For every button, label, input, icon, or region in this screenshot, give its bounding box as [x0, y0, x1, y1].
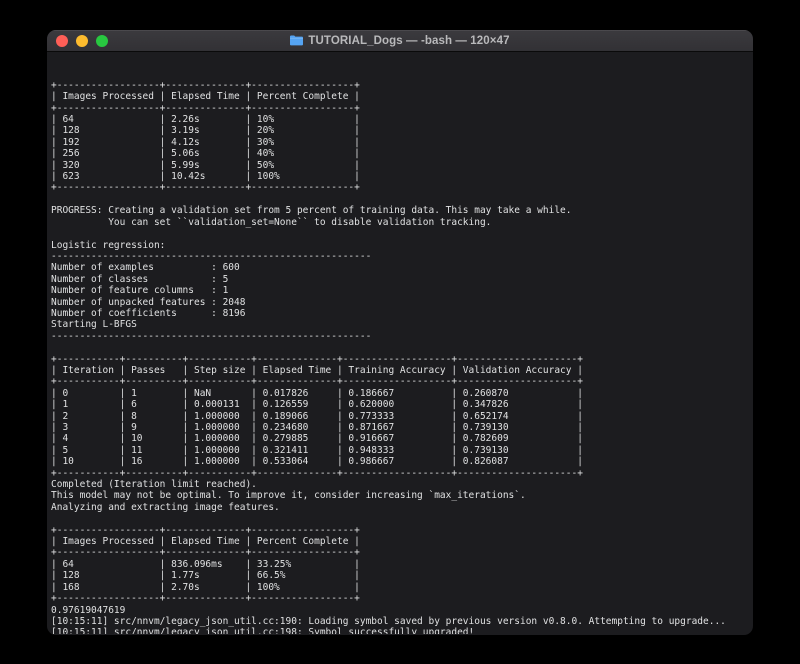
terminal-text-line: [10:15:11] src/nnvm/legacy_json_util.cc:… — [51, 616, 749, 627]
image-processing-table-1-line: | 320 | 5.99s | 50% | — [51, 160, 749, 171]
image-processing-table-1-line: | 192 | 4.12s | 30% | — [51, 137, 749, 148]
terminal-text-line: You can set ``validation_set=None`` to d… — [51, 217, 749, 228]
lbfgs-iteration-table-line: | 3 | 9 | 1.000000 | 0.234680 | 0.871667… — [51, 422, 749, 433]
image-processing-table-2-line: | Images Processed | Elapsed Time | Perc… — [51, 536, 749, 547]
lbfgs-iteration-table-line: +-----------+----------+-----------+----… — [51, 376, 749, 387]
terminal-blank-line — [51, 228, 749, 239]
terminal-window: TUTORIAL_Dogs — -bash — 120×47 +--------… — [47, 30, 753, 635]
terminal-stat-line: Number of unpacked features : 2048 — [51, 297, 749, 308]
terminal-output: +------------------+--------------+-----… — [51, 80, 749, 634]
lbfgs-iteration-table-line: +-----------+----------+-----------+----… — [51, 468, 749, 479]
lbfgs-iteration-table-line: | 0 | 1 | NaN | 0.017826 | 0.186667 | 0.… — [51, 388, 749, 399]
terminal-text-line: [10:15:11] src/nnvm/legacy_json_util.cc:… — [51, 627, 749, 634]
lbfgs-iteration-table-line: | 1 | 6 | 0.000131 | 0.126559 | 0.620000… — [51, 399, 749, 410]
image-processing-table-1-line: +------------------+--------------+-----… — [51, 103, 749, 114]
image-processing-table-1-line: +------------------+--------------+-----… — [51, 182, 749, 193]
folder-icon — [290, 35, 303, 46]
image-processing-table-1-line: | 623 | 10.42s | 100% | — [51, 171, 749, 182]
lbfgs-iteration-table-line: | 10 | 16 | 1.000000 | 0.533064 | 0.9866… — [51, 456, 749, 467]
desktop: { "colors": { "page-bg": "#000000", "win… — [0, 0, 800, 664]
image-processing-table-1-line: | Images Processed | Elapsed Time | Perc… — [51, 91, 749, 102]
terminal-stat-line: Number of classes : 5 — [51, 274, 749, 285]
terminal-text-line: 0.97619047619 — [51, 605, 749, 616]
terminal-body[interactable]: +------------------+--------------+-----… — [47, 52, 753, 634]
terminal-rule-line: ----------------------------------------… — [51, 331, 749, 342]
terminal-stat-line: Number of coefficients : 8196 — [51, 308, 749, 319]
terminal-text-line: Completed (Iteration limit reached). — [51, 479, 749, 490]
terminal-blank-line — [51, 513, 749, 524]
zoom-button[interactable] — [96, 35, 108, 47]
window-titlebar[interactable]: TUTORIAL_Dogs — -bash — 120×47 — [47, 30, 753, 52]
minimize-button[interactable] — [76, 35, 88, 47]
terminal-blank-line — [51, 194, 749, 205]
lbfgs-iteration-table-line: | 5 | 11 | 1.000000 | 0.321411 | 0.94833… — [51, 445, 749, 456]
terminal-rule-line: ----------------------------------------… — [51, 251, 749, 262]
terminal-text-line: PROGRESS: Creating a validation set from… — [51, 205, 749, 216]
image-processing-table-2-line: +------------------+--------------+-----… — [51, 525, 749, 536]
terminal-text-line: Starting L-BFGS — [51, 319, 749, 330]
terminal-stat-line: Number of feature columns : 1 — [51, 285, 749, 296]
image-processing-table-2-line: +------------------+--------------+-----… — [51, 593, 749, 604]
image-processing-table-1-line: | 128 | 3.19s | 20% | — [51, 125, 749, 136]
image-processing-table-2-line: | 128 | 1.77s | 66.5% | — [51, 570, 749, 581]
image-processing-table-2-line: | 64 | 836.096ms | 33.25% | — [51, 559, 749, 570]
terminal-blank-line — [51, 342, 749, 353]
terminal-stat-line: Number of examples : 600 — [51, 262, 749, 273]
terminal-text-line: This model may not be optimal. To improv… — [51, 490, 749, 501]
lbfgs-iteration-table-line: | 4 | 10 | 1.000000 | 0.279885 | 0.91666… — [51, 433, 749, 444]
image-processing-table-1-line: | 64 | 2.26s | 10% | — [51, 114, 749, 125]
image-processing-table-2-line: +------------------+--------------+-----… — [51, 547, 749, 558]
image-processing-table-2-line: | 168 | 2.70s | 100% | — [51, 582, 749, 593]
window-title-group: TUTORIAL_Dogs — -bash — 120×47 — [47, 30, 753, 51]
lbfgs-iteration-table-line: | 2 | 8 | 1.000000 | 0.189066 | 0.773333… — [51, 411, 749, 422]
image-processing-table-1-line: | 256 | 5.06s | 40% | — [51, 148, 749, 159]
close-button[interactable] — [56, 35, 68, 47]
window-title: TUTORIAL_Dogs — -bash — 120×47 — [308, 35, 509, 47]
terminal-text-line: Logistic regression: — [51, 240, 749, 251]
lbfgs-iteration-table-line: | Iteration | Passes | Step size | Elaps… — [51, 365, 749, 376]
lbfgs-iteration-table-line: +-----------+----------+-----------+----… — [51, 354, 749, 365]
window-controls — [47, 35, 108, 47]
terminal-text-line: Analyzing and extracting image features. — [51, 502, 749, 513]
image-processing-table-1-line: +------------------+--------------+-----… — [51, 80, 749, 91]
